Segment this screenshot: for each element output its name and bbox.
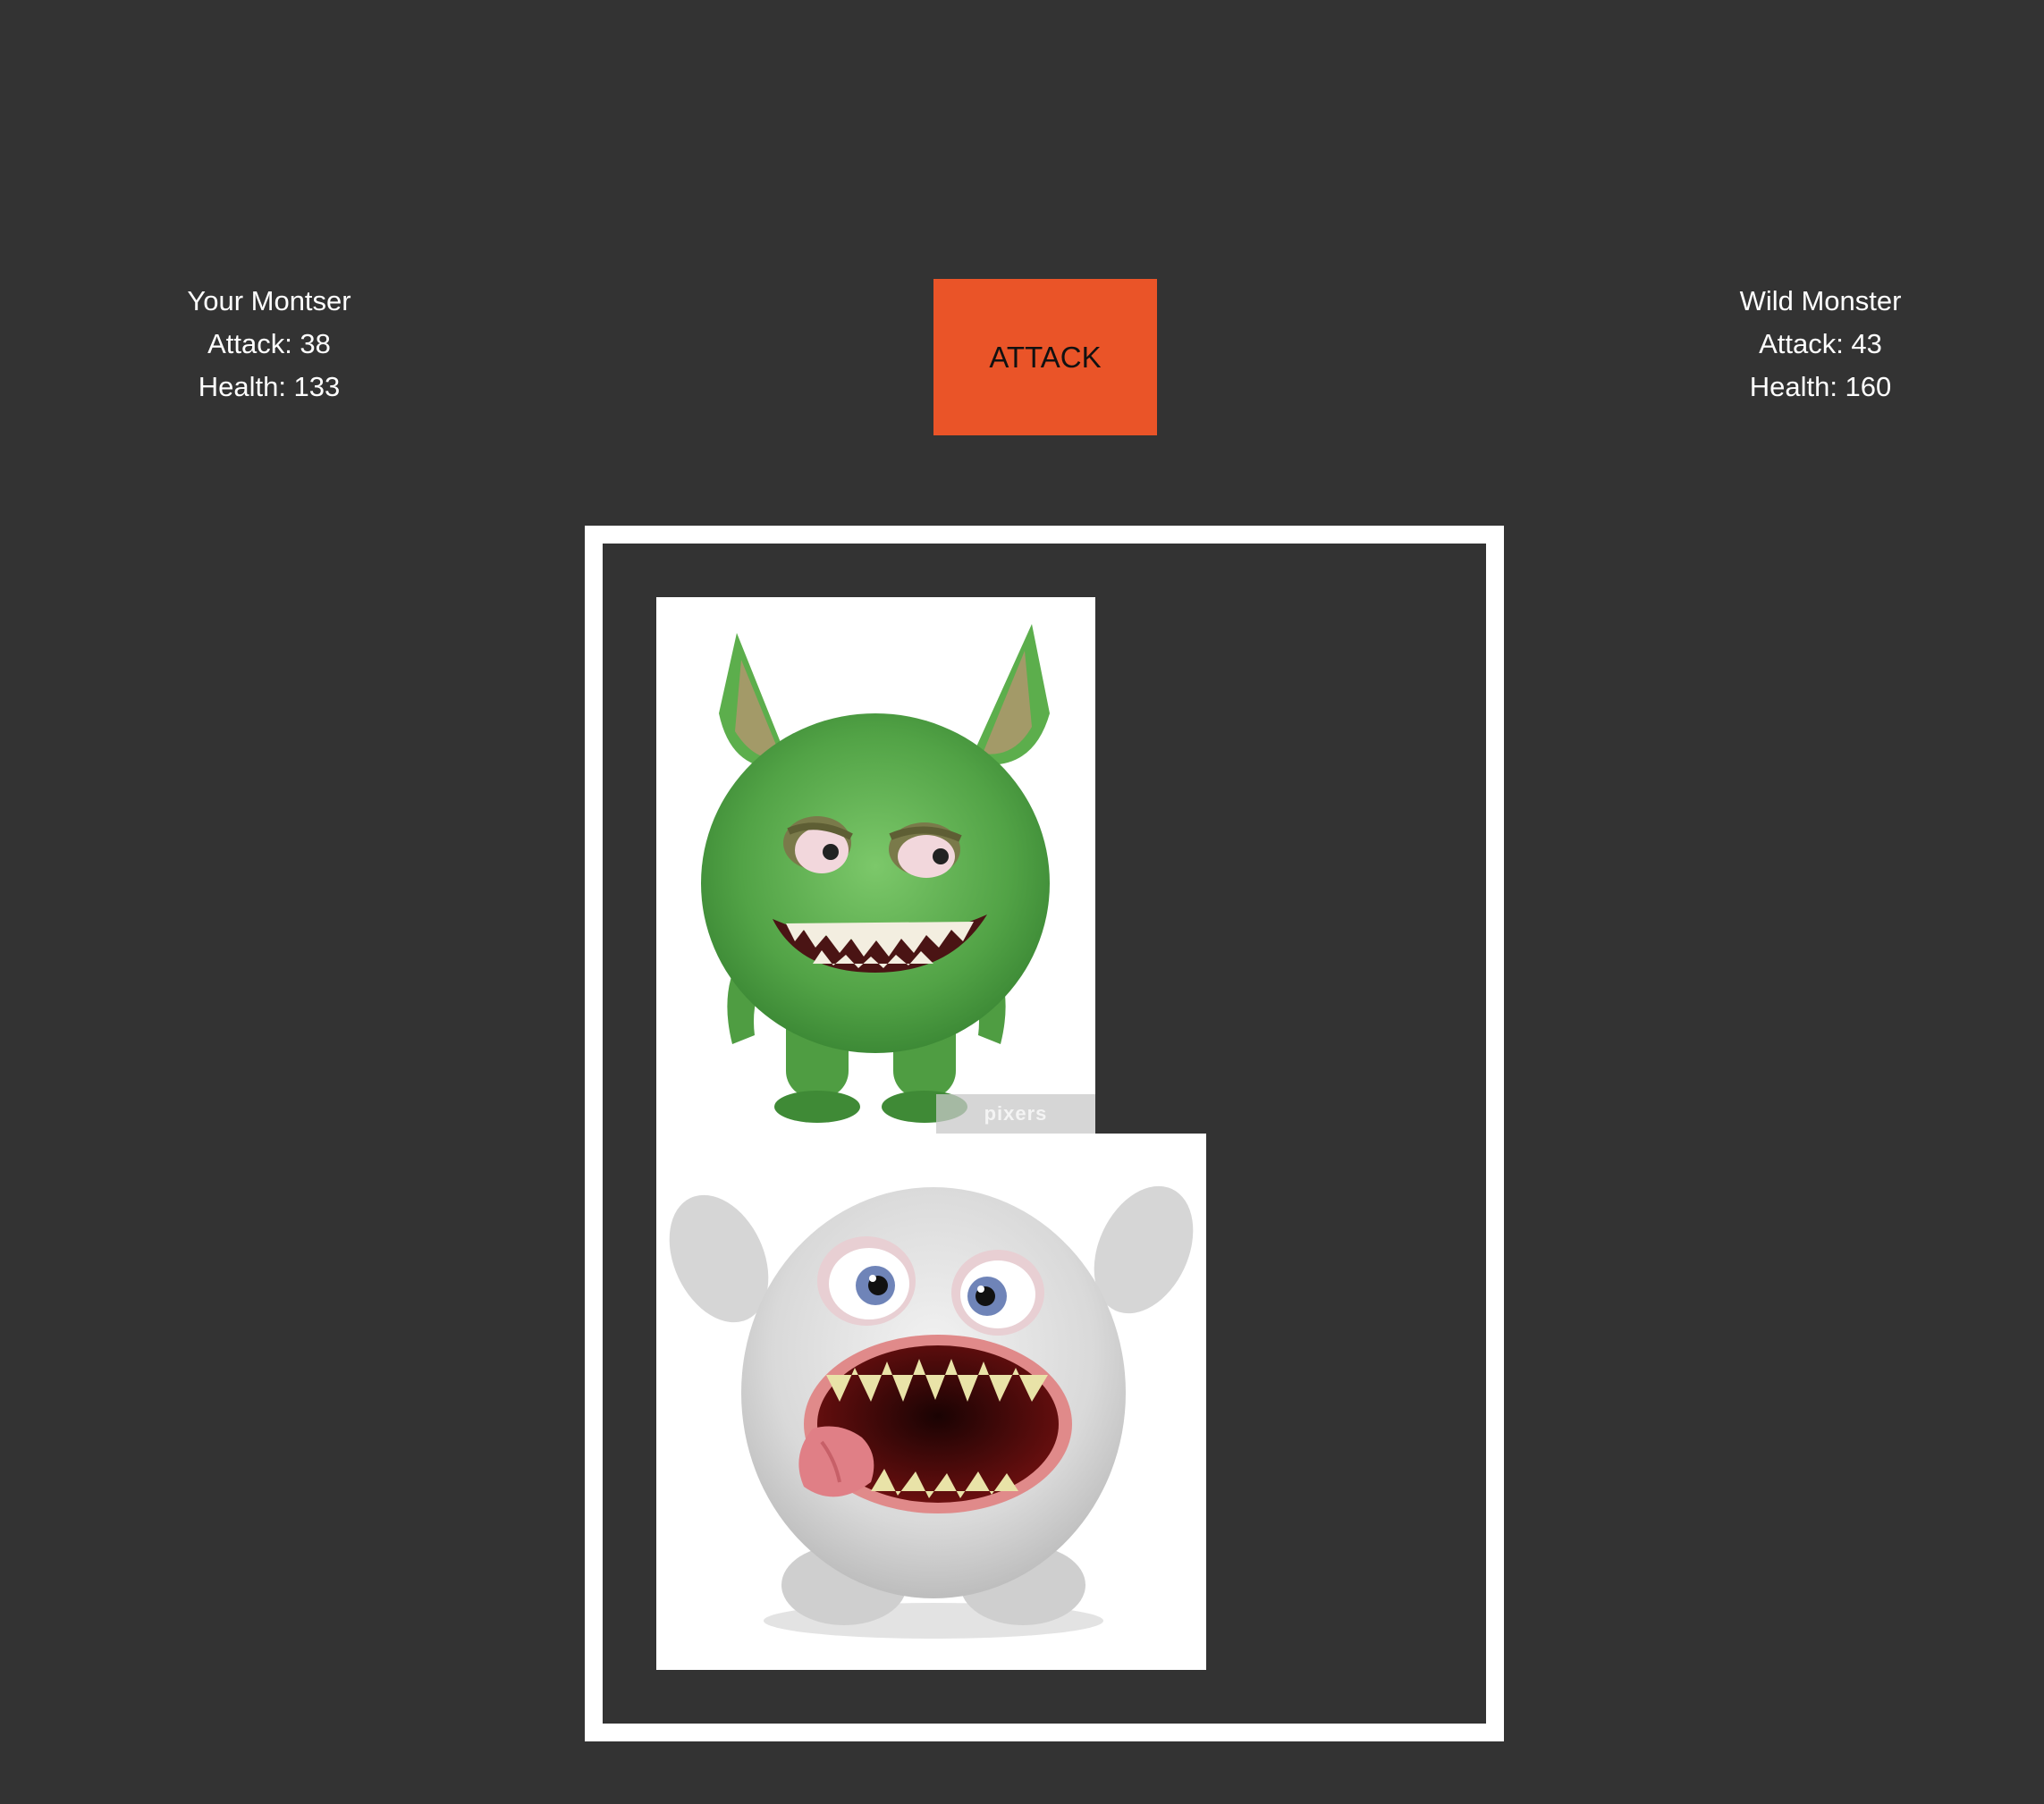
wild-monster-image xyxy=(656,1134,1206,1670)
green-monster-illustration xyxy=(701,624,1050,1123)
wild-title: Wild Monster xyxy=(1739,285,1902,316)
player-attack: Attack: 38 xyxy=(207,328,331,359)
wild-attack: Attack: 43 xyxy=(1759,328,1882,359)
player-health: Health: 133 xyxy=(198,371,341,402)
attack-button[interactable]: ATTACK xyxy=(933,279,1157,435)
white-monster-illustration xyxy=(669,1185,1194,1639)
player-title: Your Montser xyxy=(187,285,351,316)
pixers-watermark: pixers xyxy=(936,1094,1095,1134)
player-monster-image: pixers xyxy=(656,597,1095,1134)
wild-health: Health: 160 xyxy=(1749,371,1892,402)
wild-stats: Wild Monster Attack: 43 Health: 160 xyxy=(1642,280,1999,409)
player-stats: Your Montser Attack: 38 Health: 133 xyxy=(90,280,448,409)
